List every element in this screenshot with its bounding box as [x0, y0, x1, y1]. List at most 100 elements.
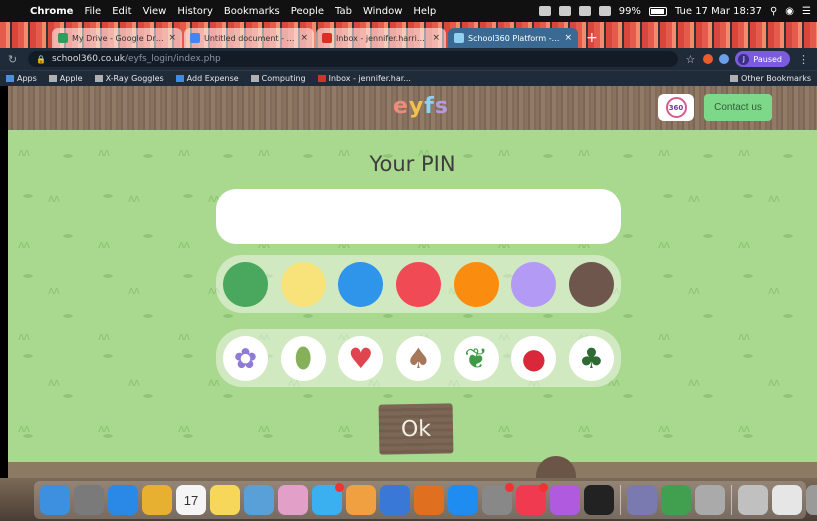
- grass-tuft-decoration: ʌʌ: [178, 422, 190, 435]
- notes-app-icon[interactable]: [210, 485, 240, 515]
- grass-tuft-decoration: ʌʌ: [738, 238, 750, 251]
- menu-edit[interactable]: Edit: [112, 6, 131, 17]
- spotlight-search-icon[interactable]: ⚲: [770, 6, 777, 17]
- other-bookmarks-folder[interactable]: Other Bookmarks: [730, 74, 811, 83]
- menu-people[interactable]: People: [291, 6, 324, 17]
- bookmark-label: Computing: [261, 74, 306, 83]
- leaf-button[interactable]: ❦: [453, 335, 499, 381]
- disk-utility-app-icon[interactable]: [627, 485, 657, 515]
- color-orange-button[interactable]: [453, 261, 499, 307]
- lock-icon[interactable]: 🔒: [36, 55, 46, 64]
- bookmark-item[interactable]: Add Expense: [175, 74, 239, 83]
- menu-history[interactable]: History: [177, 6, 213, 17]
- menu-file[interactable]: File: [84, 6, 101, 17]
- address-bar[interactable]: 🔒 school360.co.uk /eyfs_login/index.php: [28, 51, 678, 67]
- pin-input[interactable]: [216, 189, 621, 244]
- battery-icon[interactable]: [648, 6, 667, 16]
- folder-icon: [730, 75, 739, 82]
- bookmark-item[interactable]: X-Ray Goggles: [94, 74, 164, 83]
- tab-close-icon[interactable]: ×: [168, 33, 176, 43]
- books-app-icon[interactable]: [414, 485, 444, 515]
- pages-app-icon[interactable]: [346, 485, 376, 515]
- airplay-icon[interactable]: [578, 6, 591, 16]
- bluetooth-icon[interactable]: [558, 6, 571, 16]
- contact-us-button[interactable]: Contact us: [704, 94, 772, 121]
- strawberry-button[interactable]: ♥: [338, 335, 384, 381]
- scripts-app-icon[interactable]: [695, 485, 725, 515]
- tab-close-icon[interactable]: ×: [564, 33, 572, 43]
- extension-icon[interactable]: [703, 54, 714, 64]
- grass-tuft-decoration: ʌʌ: [738, 330, 750, 343]
- app-store-app-icon[interactable]: [448, 485, 478, 515]
- menu-tab[interactable]: Tab: [335, 6, 352, 17]
- preview-app-icon[interactable]: [244, 485, 274, 515]
- color-green-button[interactable]: [223, 261, 268, 307]
- siri-icon[interactable]: ◉: [785, 6, 794, 17]
- browser-tab[interactable]: Inbox - jennifer.harris@north...×: [316, 28, 446, 48]
- photos-app-icon[interactable]: [278, 485, 308, 515]
- grass-tuft-decoration: ʌʌ: [768, 284, 780, 297]
- grass-tuft-decoration: ʌʌ: [178, 330, 190, 343]
- chrome-app-icon[interactable]: [142, 485, 172, 515]
- tab-close-icon[interactable]: ×: [300, 33, 308, 43]
- safari-app-icon[interactable]: [108, 485, 138, 515]
- color-yellow-button[interactable]: [280, 261, 326, 307]
- school360-badge[interactable]: 360: [658, 94, 694, 121]
- notification-center-icon[interactable]: ☰: [802, 6, 811, 17]
- flower-button[interactable]: ✿: [223, 335, 268, 381]
- bookmark-star-icon[interactable]: ☆: [686, 53, 696, 66]
- color-blue-button[interactable]: [338, 261, 384, 307]
- wifi-icon[interactable]: [598, 6, 611, 16]
- chrome-menu-icon[interactable]: ⋮: [798, 53, 809, 66]
- reload-icon[interactable]: ↻: [8, 53, 22, 66]
- bookmark-item[interactable]: Apps: [6, 74, 37, 83]
- menu-bookmarks[interactable]: Bookmarks: [224, 6, 280, 17]
- tab-close-icon[interactable]: ×: [432, 33, 440, 43]
- messages-app-icon[interactable]: [312, 483, 344, 515]
- ok-button[interactable]: Ok: [378, 403, 454, 455]
- bookmark-item[interactable]: Inbox - jennifer.har...: [317, 74, 411, 83]
- preview-window-app-icon[interactable]: [772, 485, 802, 515]
- news-app-icon[interactable]: [516, 483, 548, 515]
- color-brown-button[interactable]: [568, 261, 614, 307]
- new-tab-icon[interactable]: +: [586, 30, 598, 46]
- menu-view[interactable]: View: [143, 6, 167, 17]
- color-purple-button[interactable]: [511, 261, 557, 307]
- bookmark-icon: [6, 75, 14, 82]
- menubar-status-area: 99% Tue 17 Mar 18:37 ⚲ ◉ ☰: [538, 6, 811, 17]
- profile-button[interactable]: J Paused: [735, 51, 790, 67]
- podcasts-app-icon[interactable]: [550, 485, 580, 515]
- bookmark-item[interactable]: Apple: [48, 74, 83, 83]
- menu-help[interactable]: Help: [413, 6, 436, 17]
- launchpad-app-icon[interactable]: [74, 485, 104, 515]
- browser-tab[interactable]: My Drive - Google Drive ×: [52, 28, 182, 48]
- system-preferences-app-icon[interactable]: [482, 483, 514, 515]
- menubar-clock[interactable]: Tue 17 Mar 18:37: [675, 6, 762, 17]
- menu-app-name[interactable]: Chrome: [30, 6, 73, 17]
- bookmark-item[interactable]: Computing: [250, 74, 306, 83]
- trash-app-icon[interactable]: [806, 485, 817, 515]
- browser-toolbar: ↻ 🔒 school360.co.uk /eyfs_login/index.ph…: [0, 48, 817, 70]
- eyfs-logo: eyfs: [393, 94, 449, 119]
- tree-button[interactable]: ♣: [568, 335, 614, 381]
- browser-tab[interactable]: Untitled document - Google Do... ×: [184, 28, 314, 48]
- browser-tab[interactable]: School360 Platform - Early Year ×: [448, 28, 578, 48]
- numbers-app-icon[interactable]: [661, 485, 691, 515]
- grass-tuft-decoration: ʌʌ: [178, 238, 190, 251]
- color-picker-row: [216, 255, 621, 313]
- extension-icon[interactable]: [719, 54, 730, 64]
- acorn-button[interactable]: ⬮: [280, 335, 326, 381]
- calendar-app-icon[interactable]: 17: [176, 485, 206, 515]
- calendar-day: 17: [183, 493, 199, 508]
- color-red-button[interactable]: [395, 261, 441, 307]
- evernote-icon[interactable]: [538, 6, 551, 16]
- menu-window[interactable]: Window: [363, 6, 402, 17]
- school360-logo-icon: 360: [665, 97, 687, 118]
- downloads-app-icon[interactable]: [738, 485, 768, 515]
- finder-app-icon[interactable]: [40, 485, 70, 515]
- tab-favicon-icon: [190, 33, 200, 43]
- apple-button[interactable]: ●: [511, 335, 557, 381]
- keynote-app-icon[interactable]: [380, 485, 410, 515]
- mushroom-button[interactable]: ♠: [395, 335, 441, 381]
- apple-tv-app-icon[interactable]: [584, 485, 614, 515]
